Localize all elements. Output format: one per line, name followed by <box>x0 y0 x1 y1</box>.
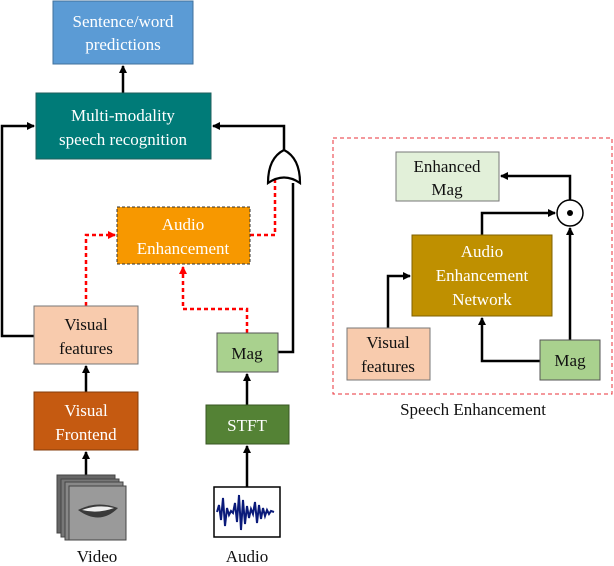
visual-frontend-box: Visual Frontend <box>33 391 139 451</box>
audio-waveform-image <box>213 486 281 538</box>
svg-text:Multi-modality: Multi-modality <box>71 106 175 125</box>
svg-text:Mag: Mag <box>554 351 586 370</box>
svg-text:Mag: Mag <box>431 180 463 199</box>
se-mag-box: Mag <box>539 339 601 381</box>
svg-text:Audio: Audio <box>461 242 504 261</box>
audio-label: Audio <box>226 547 269 566</box>
svg-text:predictions: predictions <box>85 35 161 54</box>
svg-text:Visual: Visual <box>64 315 108 334</box>
svg-text:Enhanced: Enhanced <box>413 157 481 176</box>
svg-text:Network: Network <box>452 290 512 309</box>
se-visual-features-box: Visual features <box>346 327 431 381</box>
svg-text:features: features <box>361 357 415 376</box>
recognition-box: Multi-modality speech recognition <box>35 92 212 160</box>
dashed-line-enhancement-to-gate <box>250 180 277 237</box>
arrow-visual-to-recognition <box>0 122 35 338</box>
svg-text:STFT: STFT <box>227 416 267 435</box>
svg-text:Audio: Audio <box>162 215 205 234</box>
arrow-product-to-enhanced-mag <box>500 172 572 200</box>
arrow-mag-to-network <box>478 317 540 363</box>
enhanced-mag-box: Enhanced Mag <box>395 151 500 202</box>
video-frames-image <box>56 474 127 541</box>
elementwise-product-icon <box>556 199 584 227</box>
svg-text:Visual: Visual <box>366 333 410 352</box>
svg-text:speech recognition: speech recognition <box>59 130 187 149</box>
enhancement-network-box: Audio Enhancement Network <box>411 234 553 317</box>
stft-box: STFT <box>205 404 290 445</box>
speech-enhancement-title: Speech Enhancement <box>400 400 546 419</box>
video-label: Video <box>77 547 118 566</box>
audio-enhancement-box: Audio Enhancement <box>116 206 251 265</box>
svg-text:Visual: Visual <box>64 401 108 420</box>
visual-features-box: Visual features <box>33 305 139 365</box>
arrow-features-to-network <box>386 272 411 328</box>
mag-box: Mag <box>216 332 279 373</box>
svg-text:Mag: Mag <box>231 344 263 363</box>
dashed-arrow-mag-to-enhancement <box>179 266 249 333</box>
predictions-box: Sentence/word predictions <box>52 0 194 65</box>
svg-text:Enhancement: Enhancement <box>137 239 230 258</box>
diagram: Sentence/word predictions Multi-modality… <box>0 0 613 566</box>
svg-text:Sentence/word: Sentence/word <box>72 12 174 31</box>
svg-text:Frontend: Frontend <box>55 425 117 444</box>
line-mag-to-gate <box>278 183 295 354</box>
svg-text:features: features <box>59 339 113 358</box>
svg-text:Enhancement: Enhancement <box>436 266 529 285</box>
dashed-arrow-visual-to-enhancement <box>84 231 116 306</box>
or-gate-icon <box>266 148 302 186</box>
arrow-network-to-product <box>480 209 556 235</box>
arrow-gate-to-recognition <box>212 122 286 152</box>
